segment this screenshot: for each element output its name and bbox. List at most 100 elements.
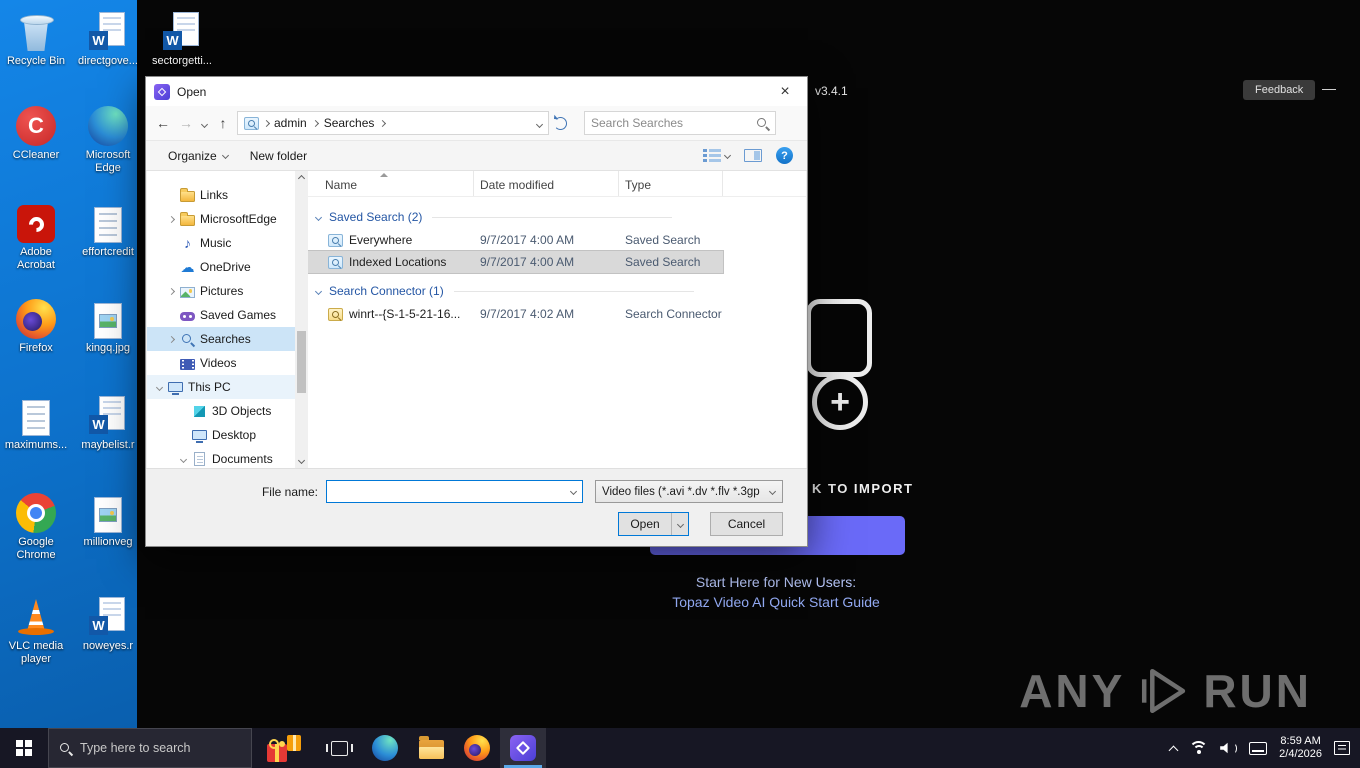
desktop-icon-sectorgetti[interactable]: W sectorgetti... <box>147 6 217 68</box>
desktop-icon-ccleaner[interactable]: C CCleaner <box>1 100 71 162</box>
address-bar[interactable]: admin Searches <box>237 111 549 135</box>
sidebar-item-3d-objects[interactable]: 3D Objects <box>147 399 295 423</box>
import-plus-icon[interactable]: + <box>812 374 868 430</box>
column-header-date-modified[interactable]: Date modified <box>474 171 619 196</box>
sidebar-scrollbar[interactable] <box>295 171 308 468</box>
file-row-everywhere[interactable]: Everywhere 9/7/2017 4:00 AM Saved Search <box>308 229 723 251</box>
change-view-button[interactable] <box>703 149 732 162</box>
collapse-group-icon[interactable] <box>314 213 323 221</box>
taskbar-topaz-button[interactable] <box>500 728 546 768</box>
refresh-icon[interactable] <box>554 116 567 130</box>
organize-button[interactable]: Organize <box>160 145 236 167</box>
desktop-icon-chrome[interactable]: Google Chrome <box>1 487 71 562</box>
scroll-up-icon[interactable] <box>297 174 305 183</box>
action-center-icon[interactable] <box>1334 741 1350 755</box>
start-here-block: Start Here for New Users: Topaz Video AI… <box>576 574 976 610</box>
open-button[interactable]: Open <box>618 512 689 536</box>
sidebar-item-this-pc[interactable]: This PC <box>147 375 295 399</box>
desktop-icon-recycle-bin[interactable]: Recycle Bin <box>1 6 71 68</box>
desktop-icon-millionveg[interactable]: millionveg <box>73 487 143 549</box>
dialog-titlebar[interactable]: Open × <box>146 77 807 106</box>
scrollbar-thumb[interactable] <box>297 331 306 393</box>
system-tray: 8:59 AM 2/4/2026 <box>1168 728 1360 768</box>
desktop-icon-noweyes[interactable]: W noweyes.r <box>73 591 143 653</box>
desktop-icon-edge[interactable]: Microsoft Edge <box>73 100 143 175</box>
sidebar-item-onedrive[interactable]: ☁ OneDrive <box>147 255 295 279</box>
open-dropdown-icon[interactable] <box>671 513 688 535</box>
topaz-logo-icon <box>510 735 536 761</box>
group-header-saved-search[interactable]: Saved Search (2) <box>308 205 806 229</box>
taskbar-search-input[interactable]: Type here to search <box>48 728 252 768</box>
file-list: Name Date modified Type Saved Search (2)… <box>308 171 806 468</box>
desktop-icon-maximums[interactable]: maximums... <box>1 390 71 452</box>
desktop-icon-maybelist[interactable]: W maybelist.r <box>73 390 143 452</box>
sidebar-item-documents[interactable]: Documents <box>147 447 295 468</box>
dialog-search-input[interactable]: Search Searches <box>584 111 776 135</box>
address-dropdown-icon[interactable] <box>535 116 544 130</box>
minimize-icon[interactable]: — <box>1322 80 1336 96</box>
scroll-down-icon[interactable] <box>297 456 305 465</box>
import-file-icon <box>806 299 872 377</box>
breadcrumb-segment-admin[interactable]: admin <box>274 116 307 130</box>
file-row-indexed-locations[interactable]: Indexed Locations 9/7/2017 4:00 AM Saved… <box>308 250 724 274</box>
feedback-button[interactable]: Feedback <box>1243 80 1316 100</box>
sidebar-item-searches[interactable]: Searches <box>147 327 295 351</box>
music-icon: ♪ <box>184 235 191 251</box>
search-folder-icon <box>244 116 259 130</box>
column-header-name[interactable]: Name <box>308 171 474 196</box>
sidebar-item-microsoftedge[interactable]: MicrosoftEdge <box>147 207 295 231</box>
column-headers: Name Date modified Type <box>308 171 806 197</box>
group-header-search-connector[interactable]: Search Connector (1) <box>308 279 806 303</box>
image-file-icon <box>94 497 122 533</box>
file-name-dropdown-icon[interactable] <box>565 481 582 502</box>
sidebar-item-desktop[interactable]: Desktop <box>147 423 295 447</box>
sidebar-item-music[interactable]: ♪ Music <box>147 231 295 255</box>
taskbar-search-placeholder: Type here to search <box>80 741 191 755</box>
file-name-input[interactable] <box>326 480 583 503</box>
up-button[interactable]: ↑ <box>214 115 232 131</box>
taskbar-file-explorer-button[interactable] <box>408 728 454 768</box>
back-button[interactable]: ← <box>154 115 172 131</box>
topaz-logo-icon <box>154 83 170 100</box>
sidebar-item-saved-games[interactable]: Saved Games <box>147 303 295 327</box>
task-view-button[interactable] <box>316 728 362 768</box>
word-doc-icon: W <box>89 12 127 52</box>
quick-start-guide-link[interactable]: Topaz Video AI Quick Start Guide <box>576 594 976 610</box>
recent-locations-dropdown-icon[interactable] <box>200 116 209 130</box>
taskbar-firefox-button[interactable] <box>454 728 500 768</box>
desktop-icon-directgove[interactable]: W directgove... <box>73 6 143 68</box>
desktop-icon-vlc[interactable]: VLC media player <box>1 591 71 666</box>
file-type-select[interactable]: Video files (*.avi *.dv *.flv *.3gp <box>595 480 783 503</box>
desktop-icon-firefox[interactable]: Firefox <box>1 293 71 355</box>
gamepad-icon <box>180 312 195 321</box>
taskbar-clock[interactable]: 8:59 AM 2/4/2026 <box>1279 735 1322 762</box>
sidebar-item-pictures[interactable]: Pictures <box>147 279 295 303</box>
network-wifi-icon[interactable] <box>1189 741 1209 755</box>
desktop-icon-acrobat[interactable]: Adobe Acrobat <box>1 197 71 272</box>
collapse-group-icon[interactable] <box>314 287 323 295</box>
desktop-icon-effortcredit[interactable]: effortcredit <box>73 197 143 259</box>
file-row-winrt[interactable]: winrt--{S-1-5-21-16... 9/7/2017 4:02 AM … <box>308 303 723 325</box>
search-icon[interactable] <box>756 117 769 130</box>
close-icon[interactable]: × <box>771 83 799 101</box>
taskbar-gift-button[interactable] <box>252 728 316 768</box>
new-folder-button[interactable]: New folder <box>242 145 315 167</box>
sidebar-item-links[interactable]: Links <box>147 183 295 207</box>
recycle-bin-icon <box>20 12 54 52</box>
import-caption: K TO IMPORT <box>812 481 914 496</box>
cancel-button[interactable]: Cancel <box>710 512 783 536</box>
taskbar-edge-button[interactable] <box>362 728 408 768</box>
image-file-icon <box>94 303 122 339</box>
touch-keyboard-icon[interactable] <box>1249 741 1268 755</box>
breadcrumb-segment-searches[interactable]: Searches <box>324 116 375 130</box>
hidden-icons-chevron-icon[interactable] <box>1168 745 1179 755</box>
sidebar-item-videos[interactable]: Videos <box>147 351 295 375</box>
preview-pane-icon[interactable] <box>744 149 762 162</box>
forward-button[interactable]: → <box>177 115 195 131</box>
start-button[interactable] <box>0 728 48 768</box>
help-icon[interactable]: ? <box>776 147 793 164</box>
desktop-icon-kingq[interactable]: kingq.jpg <box>73 293 143 355</box>
column-header-type[interactable]: Type <box>619 171 723 196</box>
volume-icon[interactable] <box>1220 742 1238 754</box>
pictures-icon <box>180 286 195 298</box>
